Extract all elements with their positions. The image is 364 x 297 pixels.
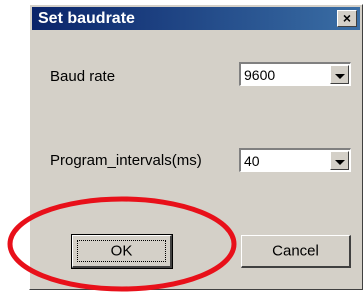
baud-rate-select[interactable]: 9600 [239,62,351,86]
chevron-down-icon[interactable] [330,151,349,170]
set-baudrate-dialog: Set baudrate × Baud rate 9600 Program_in… [29,4,363,290]
baud-rate-label: Baud rate [50,68,116,85]
cancel-button-label: Cancel [272,242,319,260]
chevron-down-icon[interactable] [330,65,349,84]
program-intervals-label: Program_intervals(ms) [50,152,202,169]
baud-rate-value: 9600 [244,67,276,83]
title-bar: Set baudrate × [32,7,360,30]
close-icon[interactable]: × [337,10,357,27]
ok-button[interactable]: OK [71,234,173,269]
ok-button-label: OK [110,242,133,260]
program-intervals-select[interactable]: 40 [239,148,351,172]
cancel-button[interactable]: Cancel [241,235,351,268]
window-title: Set baudrate [38,10,135,27]
program-intervals-value: 40 [244,153,260,169]
